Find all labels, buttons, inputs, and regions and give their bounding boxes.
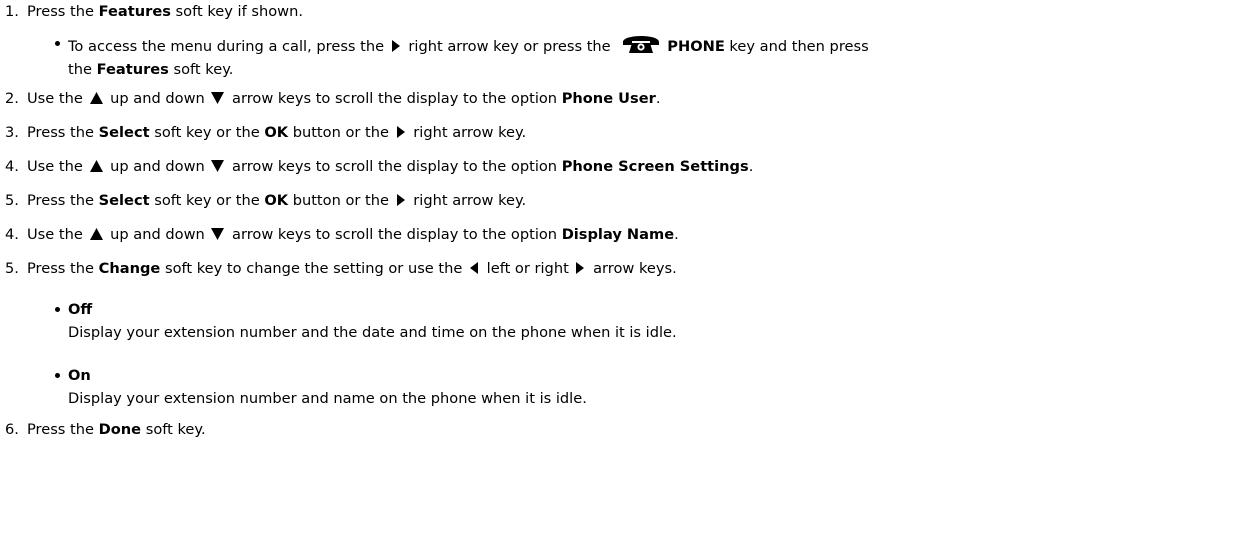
change-key-label: Change — [98, 260, 161, 277]
step-text: Press the Done soft key. — [27, 421, 206, 438]
bullet — [55, 298, 68, 321]
bullet — [55, 364, 68, 387]
down-arrow-icon — [211, 160, 225, 172]
option-title: Off — [68, 301, 93, 318]
step-2: 2. Use the up and down arrow keys to scr… — [5, 87, 1253, 110]
step-number: 6. — [5, 421, 19, 438]
ok-button-label: OK — [264, 124, 289, 141]
step-6: 6. Press the Done soft key. — [5, 418, 1253, 441]
step-text: Use the up and down arrow keys to scroll… — [27, 90, 661, 107]
call-note: To access the menu during a call, press … — [55, 32, 1247, 81]
phone-key-label: PHONE — [667, 38, 725, 55]
ok-button-label: OK — [264, 192, 289, 209]
step-5: 5. Press the Select soft key or the OK b… — [5, 189, 1253, 212]
up-arrow-icon — [89, 228, 103, 240]
instructions-document: 1. Press the Features soft key if shown.… — [0, 0, 1253, 542]
step-text: Press the Select soft key or the OK butt… — [27, 192, 527, 209]
step-text: Press the Change soft key to change the … — [27, 260, 677, 277]
right-arrow-icon — [391, 40, 400, 52]
phone-user-option: Phone User — [561, 90, 656, 107]
display-name-option: Display Name — [561, 226, 675, 243]
step-number: 5. — [5, 192, 19, 209]
left-arrow-icon — [470, 262, 479, 274]
step-3: 3. Press the Select soft key or the OK b… — [5, 121, 1253, 144]
step-number: 1. — [5, 3, 19, 20]
up-arrow-icon — [89, 160, 103, 172]
step-4: 4. Use the up and down arrow keys to scr… — [5, 155, 1253, 178]
features-key-label: Features — [96, 61, 169, 78]
step-5b: 5. Press the Change soft key to change t… — [5, 257, 1253, 280]
step-number: 5. — [5, 260, 19, 277]
down-arrow-icon — [211, 228, 225, 240]
down-arrow-icon — [211, 92, 225, 104]
option-title: On — [68, 367, 91, 384]
step-number: 4. — [5, 226, 19, 243]
features-key-label: Features — [98, 3, 171, 20]
step-1: 1. Press the Features soft key if shown. — [5, 0, 1253, 23]
option-off: Off Display your extension number and th… — [55, 298, 1247, 344]
right-arrow-icon — [396, 126, 405, 138]
option-on: On Display your extension number and nam… — [55, 364, 1247, 410]
step-number: 3. — [5, 124, 19, 141]
right-arrow-icon — [396, 194, 405, 206]
step-4b: 4. Use the up and down arrow keys to scr… — [5, 223, 1253, 246]
step-number: 4. — [5, 158, 19, 175]
up-arrow-icon — [89, 92, 103, 104]
phone-key-icon — [623, 36, 660, 53]
done-key-label: Done — [98, 421, 142, 438]
phone-screen-settings-option: Phone Screen Settings — [561, 158, 749, 175]
option-description: Display your extension number and the da… — [68, 324, 677, 341]
step-number: 2. — [5, 90, 19, 107]
step-text: Press the Select soft key or the OK butt… — [27, 124, 527, 141]
step-text: Use the up and down arrow keys to scroll… — [27, 226, 679, 243]
step-text: Use the up and down arrow keys to scroll… — [27, 158, 754, 175]
select-key-label: Select — [98, 124, 150, 141]
step-text: Press the Features soft key if shown. — [27, 3, 303, 20]
bullet — [55, 32, 68, 55]
option-description: Display your extension number and name o… — [68, 390, 587, 407]
select-key-label: Select — [98, 192, 150, 209]
right-arrow-icon — [576, 262, 585, 274]
